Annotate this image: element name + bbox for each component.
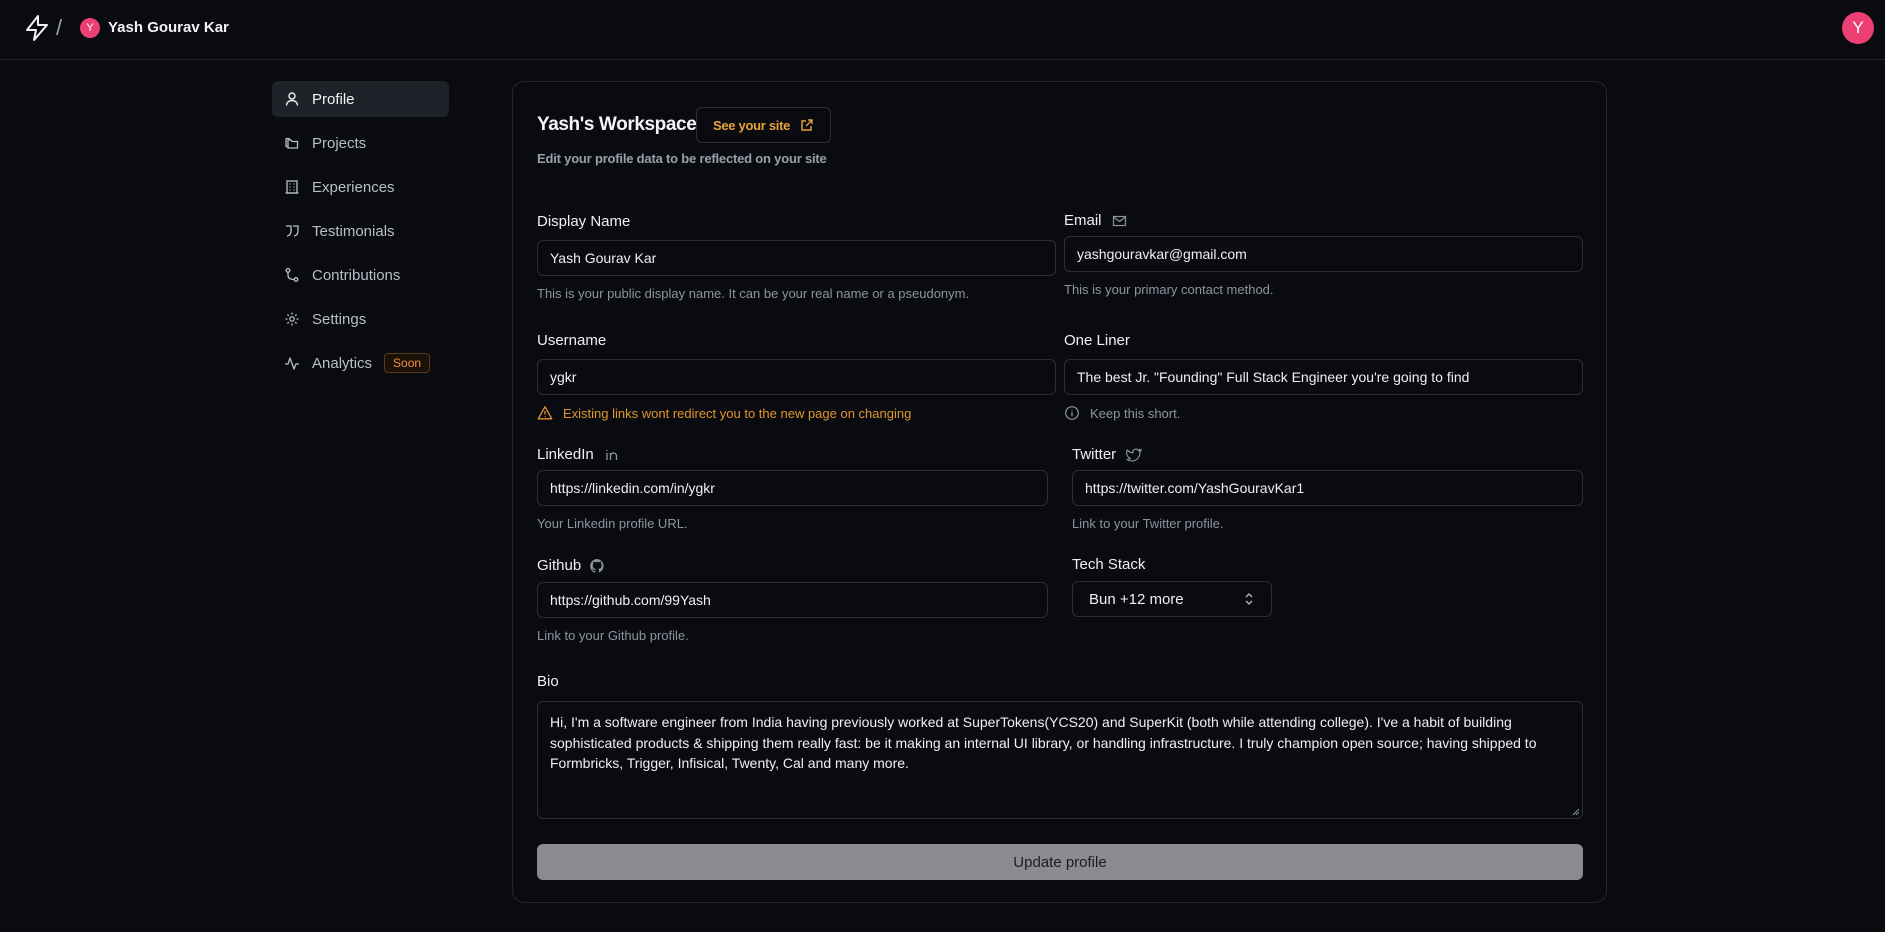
sidebar-item-label: Settings [312, 310, 367, 328]
update-profile-button[interactable]: Update profile [537, 844, 1583, 880]
linkedin-label: LinkedIn [537, 446, 620, 463]
profile-card: Yash's Workspace See your site Edit your… [512, 81, 1607, 903]
top-bar: / Y Yash Gourav Kar Y [0, 0, 1885, 60]
sidebar-item-settings[interactable]: Settings [272, 301, 449, 337]
sidebar-item-label: Contributions [312, 266, 401, 284]
linkedin-icon [604, 447, 620, 463]
bolt-logo-icon[interactable] [24, 14, 50, 42]
sidebar-item-label: Profile [312, 90, 355, 108]
workspace-avatar[interactable]: Y [80, 18, 100, 38]
twitter-icon [1126, 447, 1143, 463]
workspace-subtitle: Edit your profile data to be reflected o… [537, 151, 827, 166]
see-site-button[interactable]: See your site [696, 107, 832, 143]
sidebar-item-analytics[interactable]: Analytics Soon [272, 345, 449, 381]
git-branch-icon [284, 267, 300, 283]
one-liner-input[interactable]: The best Jr. "Founding" Full Stack Engin… [1064, 359, 1583, 395]
resize-handle-icon[interactable] [1572, 808, 1580, 816]
sidebar-nav: Profile Projects Experiences Testimonial… [272, 81, 449, 389]
tech-stack-value: Bun +12 more [1089, 590, 1184, 608]
gear-icon [284, 311, 300, 327]
username-label: Username [537, 332, 607, 349]
bio-textarea[interactable]: Hi, I'm a software engineer from India h… [537, 701, 1583, 819]
github-icon [589, 558, 605, 574]
breadcrumb-separator: / [56, 15, 63, 40]
user-avatar[interactable]: Y [1842, 12, 1874, 44]
github-label: Github [537, 557, 605, 574]
twitter-hint: Link to your Twitter profile. [1072, 516, 1224, 531]
bio-label: Bio [537, 673, 559, 690]
twitter-label: Twitter [1072, 446, 1143, 463]
linkedin-hint: Your Linkedin profile URL. [537, 516, 688, 531]
info-icon [1064, 405, 1080, 421]
see-site-label: See your site [713, 117, 791, 133]
building-icon [284, 179, 300, 195]
warning-icon [537, 405, 553, 421]
sidebar-item-label: Projects [312, 134, 367, 152]
email-label: Email [1064, 212, 1128, 229]
sidebar-item-testimonials[interactable]: Testimonials [272, 213, 449, 249]
email-input[interactable]: yashgouravkar@gmail.com [1064, 236, 1583, 272]
workspace-title: Yash's Workspace [537, 114, 697, 135]
tech-stack-label: Tech Stack [1072, 556, 1146, 573]
mail-icon [1112, 213, 1128, 229]
soon-badge: Soon [384, 353, 431, 373]
username-warning: Existing links wont redirect you to the … [537, 405, 911, 421]
sidebar-item-profile[interactable]: Profile [272, 81, 449, 117]
github-hint: Link to your Github profile. [537, 628, 689, 643]
quote-icon [284, 223, 300, 239]
sidebar-item-experiences[interactable]: Experiences [272, 169, 449, 205]
username-input[interactable]: ygkr [537, 359, 1056, 395]
sidebar-item-projects[interactable]: Projects [272, 125, 449, 161]
one-liner-hint: Keep this short. [1064, 405, 1180, 421]
activity-icon [284, 355, 300, 371]
display-name-label: Display Name [537, 213, 631, 230]
twitter-input[interactable]: https://twitter.com/YashGouravKar1 [1072, 470, 1583, 506]
bio-text: Hi, I'm a software engineer from India h… [550, 714, 1537, 771]
folders-icon [284, 135, 300, 151]
sidebar-item-label: Experiences [312, 178, 395, 196]
sidebar-item-label: Testimonials [312, 222, 395, 240]
user-icon [284, 91, 300, 107]
sidebar-item-label: Analytics [312, 354, 373, 372]
display-name-input[interactable]: Yash Gourav Kar [537, 240, 1056, 276]
chevron-up-down-icon [1243, 592, 1255, 606]
linkedin-input[interactable]: https://linkedin.com/in/ygkr [537, 470, 1048, 506]
display-name-hint: This is your public display name. It can… [537, 286, 970, 301]
tech-stack-select[interactable]: Bun +12 more [1072, 581, 1272, 617]
external-link-icon [800, 118, 814, 132]
one-liner-label: One Liner [1064, 332, 1130, 349]
email-hint: This is your primary contact method. [1064, 282, 1274, 297]
workspace-name[interactable]: Yash Gourav Kar [108, 19, 229, 36]
github-input[interactable]: https://github.com/99Yash [537, 582, 1048, 618]
sidebar-item-contributions[interactable]: Contributions [272, 257, 449, 293]
